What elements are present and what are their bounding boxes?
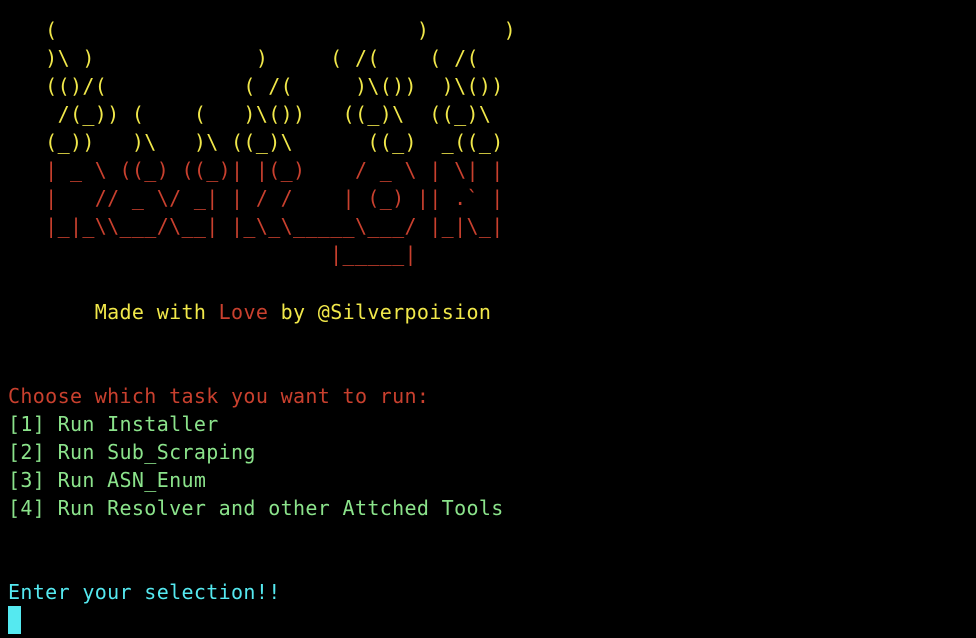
ascii-banner-line: )\ ) ) ( /( ( /( <box>8 46 479 70</box>
ascii-banner-line: /(_)) ( ( )\()) ((_)\ ((_)\ <box>8 102 492 126</box>
menu-prompt: Choose which task you want to run: <box>8 384 430 408</box>
menu-option-resolver: [4] Run Resolver and other Attched Tools <box>8 496 504 520</box>
ascii-banner-line: | // _ \/ _| | / / | (_) || .` | <box>8 186 504 210</box>
ascii-banner-line: |_|_\\___/\__| |_\_\_____\___/ |_|\_| <box>8 214 504 238</box>
ascii-banner-line: | _ \ ((_) ((_)| |(_) / _ \ | \| | <box>8 158 504 182</box>
ascii-banner-line: ( ) ) <box>8 18 517 42</box>
ascii-banner-line: (()/( ( /( )\()) )\()) <box>8 74 504 98</box>
ascii-banner-line: (_)) )\ )\ ((_)\ ((_) _((_) <box>8 130 504 154</box>
tagline: Made with Love by @Silverpoision <box>8 298 491 326</box>
menu-option-installer: [1] Run Installer <box>8 412 219 436</box>
menu-option-asn-enum: [3] Run ASN_Enum <box>8 468 207 492</box>
text-cursor[interactable] <box>8 606 21 634</box>
tagline-prefix: Made with <box>8 300 219 324</box>
tagline-suffix: by @Silverpoision <box>268 300 492 324</box>
terminal-window[interactable]: ( ) ) )\ ) ) ( /( ( /( (()/( ( /( )\()) … <box>8 16 968 634</box>
menu-option-sub-scraping: [2] Run Sub_Scraping <box>8 440 256 464</box>
input-prompt: Enter your selection!! <box>8 580 281 604</box>
tagline-love: Love <box>218 300 269 324</box>
ascii-banner-line: |_____| <box>8 242 417 266</box>
